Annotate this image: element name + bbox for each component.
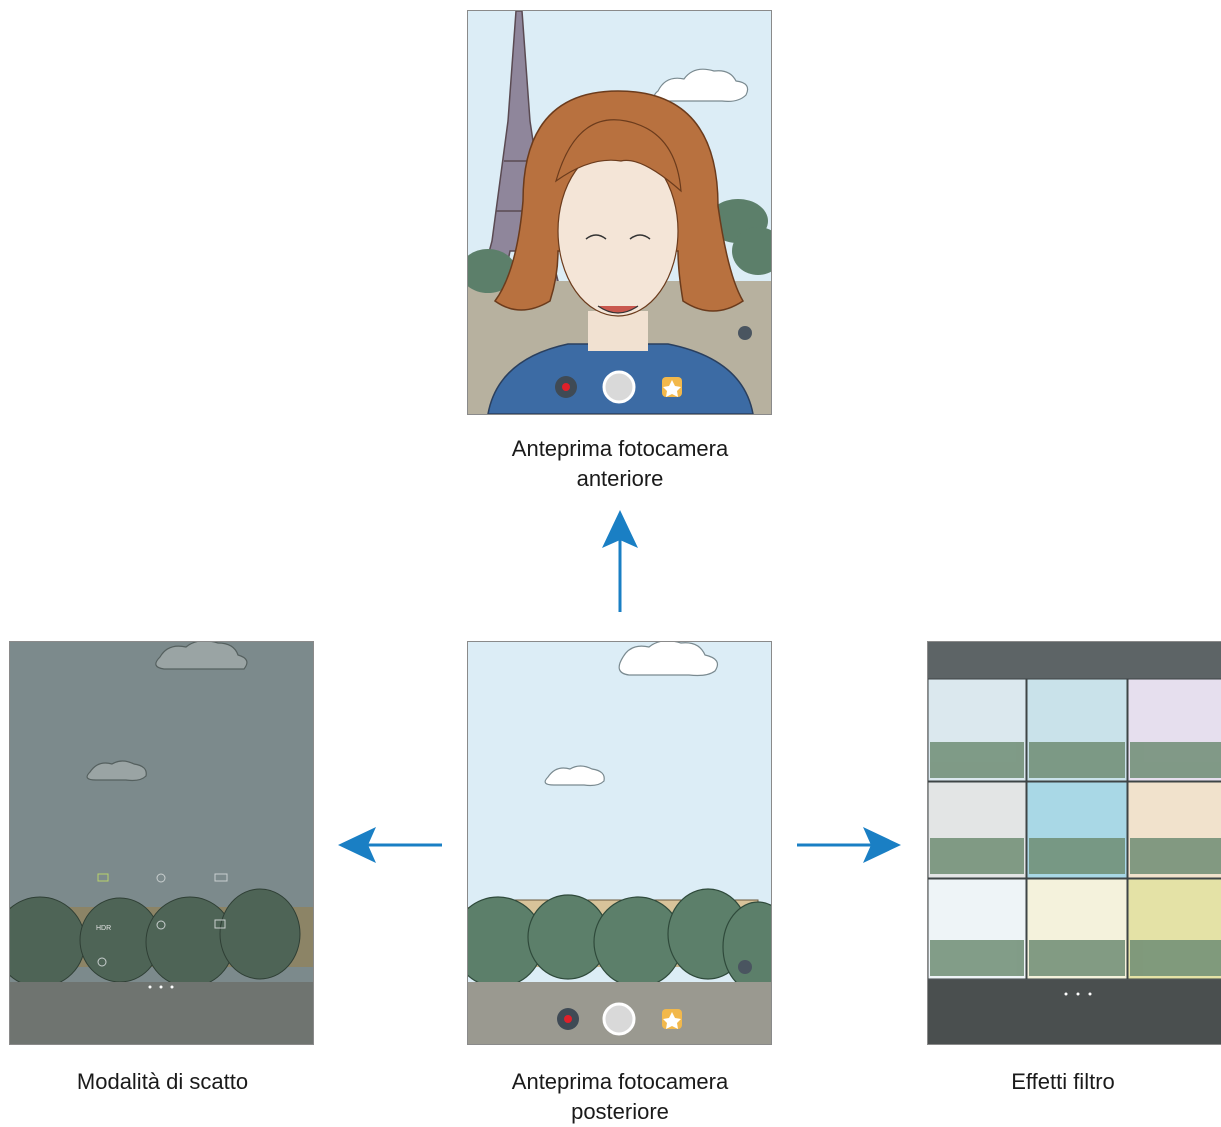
shooting-modes-illustration: HDR xyxy=(10,642,313,1044)
rear-preview-caption: Anteprima fotocamera posteriore xyxy=(440,1067,800,1127)
front-camera-preview xyxy=(467,10,772,415)
filter-effects-screen xyxy=(927,641,1221,1045)
arrow-right-icon xyxy=(797,827,901,863)
front-preview-caption: Anteprima fotocamera anteriore xyxy=(440,434,800,494)
caption-line: Anteprima fotocamera xyxy=(511,1069,729,1094)
caption-line: Anteprima fotocamera xyxy=(511,436,729,461)
shooting-modes-caption: Modalità di scatto xyxy=(76,1069,249,1094)
switch-camera-icon xyxy=(738,960,752,974)
shooting-modes-screen: HDR xyxy=(9,641,314,1045)
caption-line: posteriore xyxy=(571,1099,669,1124)
filter-effects-caption: Effetti filtro xyxy=(1011,1069,1115,1094)
arrow-up-icon xyxy=(602,510,638,612)
rear-camera-preview xyxy=(467,641,772,1045)
front-camera-illustration xyxy=(468,11,771,414)
arrow-left-icon xyxy=(338,827,442,863)
caption-line: anteriore xyxy=(576,466,664,491)
shutter-icon xyxy=(602,370,636,404)
shutter-icon xyxy=(602,1002,636,1036)
rear-camera-illustration xyxy=(468,642,771,1044)
thumb-trees xyxy=(930,742,1221,976)
filter-effects-illustration xyxy=(928,642,1221,1044)
switch-camera-icon xyxy=(738,326,752,340)
mode-label-hdr: HDR xyxy=(96,925,111,932)
